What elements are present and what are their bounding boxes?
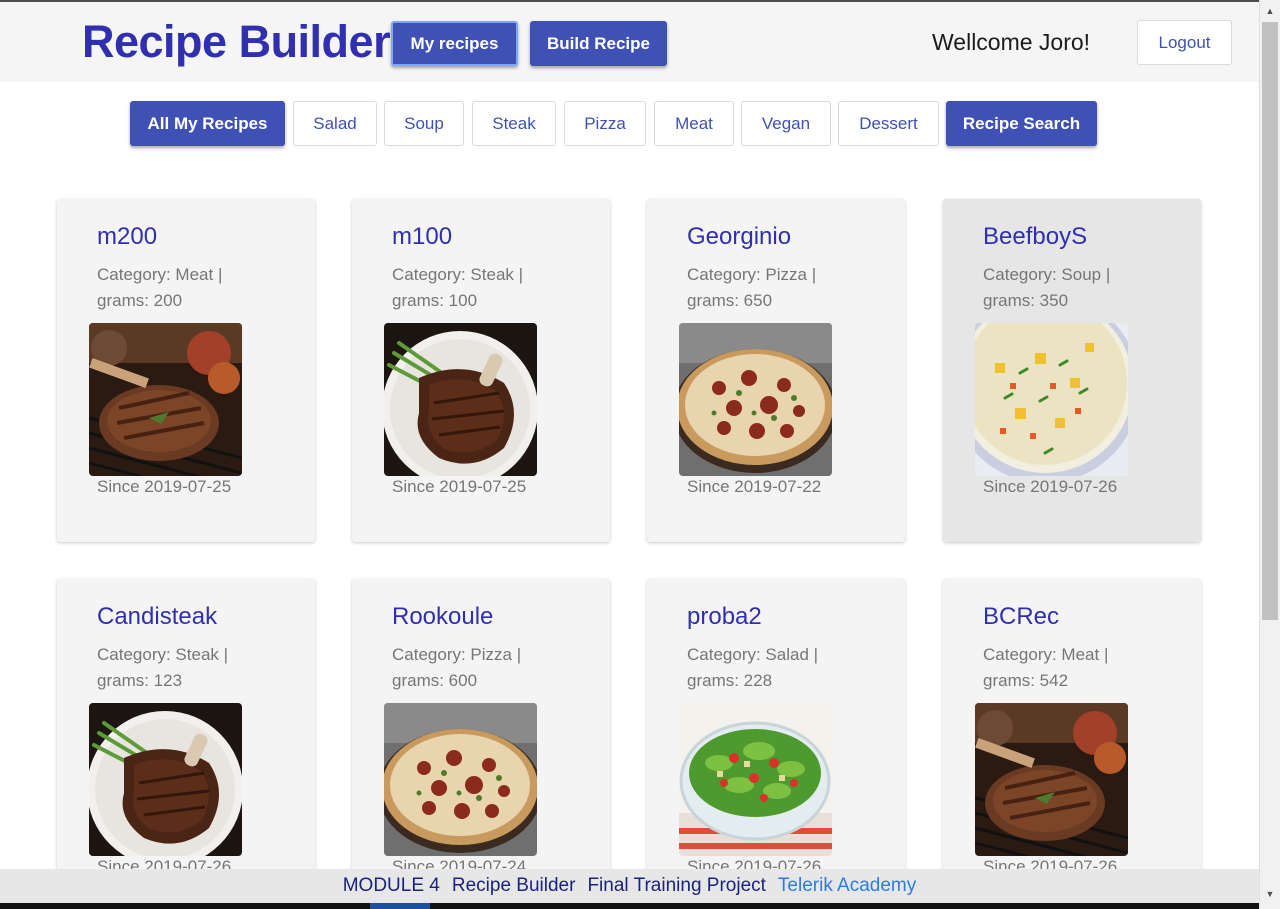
scroll-up-arrow-icon[interactable]: ▲ [1260,2,1280,20]
recipe-category: Category: Salad | [687,645,819,664]
footer-module: MODULE 4 [342,875,440,896]
recipe-title[interactable]: BCRec [983,603,1059,631]
recipe-meta: Category: Steak | grams: 100 [392,262,592,314]
filter-salad[interactable]: Salad [293,101,377,146]
footer-project: Final Training Project [587,875,766,896]
recipe-card[interactable]: Candisteak Category: Steak | grams: 123 [57,579,315,909]
filter-all-my-recipes[interactable]: All My Recipes [130,101,285,146]
page: Recipe Builder My recipes Build Recipe W… [0,0,1259,909]
recipe-card[interactable]: m200 Category: Meat | grams: 200 Since 2… [57,199,315,542]
plated-steak-image[interactable] [89,703,242,856]
recipe-category: Category: Pizza | [392,645,522,664]
recipe-category: Category: Meat | [983,645,1109,664]
build-recipe-button[interactable]: Build Recipe [530,21,667,66]
recipe-since-date: Since 2019-07-26 [983,477,1118,496]
recipe-grams: grams: 123 [97,671,183,690]
recipe-title[interactable]: m200 [97,223,157,251]
logout-button[interactable]: Logout [1137,20,1232,65]
recipe-search-button[interactable]: Recipe Search [946,101,1097,146]
salad-image[interactable] [679,703,832,856]
recipe-category: Category: Steak | [97,645,229,664]
recipe-card[interactable]: m100 Category: Steak | grams: 100 Since … [352,199,610,542]
footer-academy-link[interactable]: Telerik Academy [778,875,916,897]
recipe-card[interactable]: BCRec Category: Meat | grams: 542 Since … [943,579,1201,909]
filter-soup[interactable]: Soup [384,101,464,146]
recipe-title[interactable]: Georginio [687,223,791,251]
pizza-image[interactable] [384,703,537,856]
recipe-card[interactable]: Rookoule Category: Pizza | grams: 600 Si… [352,579,610,909]
recipe-title[interactable]: Rookoule [392,603,493,631]
app-title: Recipe Builder [82,16,391,67]
filter-pizza[interactable]: Pizza [564,101,646,146]
recipe-card[interactable]: proba2 Category: Salad | grams: 228 Sinc… [647,579,905,909]
recipe-title[interactable]: proba2 [687,603,762,631]
scrollbar-thumb[interactable] [1262,22,1278,620]
vertical-scrollbar[interactable]: ▲ ▼ [1259,0,1280,909]
recipe-meta: Category: Salad | grams: 228 [687,642,887,694]
filter-meat[interactable]: Meat [654,101,734,146]
recipe-grams: grams: 650 [687,291,773,310]
recipe-grams: grams: 228 [687,671,773,690]
recipe-category: Category: Pizza | [687,265,817,284]
recipe-grams: grams: 542 [983,671,1069,690]
grilled-steak-image[interactable] [89,323,242,476]
recipe-meta: Category: Meat | grams: 542 [983,642,1183,694]
recipe-since-date: Since 2019-07-25 [97,477,232,496]
recipe-grams: grams: 100 [392,291,478,310]
recipe-category: Category: Soup | [983,265,1111,284]
footer-app-name: Recipe Builder [451,875,576,896]
recipe-category: Category: Meat | [97,265,223,284]
taskbar-indicator [370,903,430,909]
recipe-meta: Category: Steak | grams: 123 [97,642,297,694]
recipe-grams: grams: 350 [983,291,1069,310]
recipe-meta: Category: Pizza | grams: 600 [392,642,592,694]
footer: MODULE 4 Recipe Builder Final Training P… [0,869,1259,903]
recipe-title[interactable]: Candisteak [97,603,217,631]
recipe-grams: grams: 200 [97,291,183,310]
grilled-steak-image[interactable] [975,703,1128,856]
recipe-meta: Category: Meat | grams: 200 [97,262,297,314]
my-recipes-button[interactable]: My recipes [391,21,518,66]
welcome-message: Wellcome Joro! [932,29,1091,55]
plated-steak-image[interactable] [384,323,537,476]
recipe-since-date: Since 2019-07-25 [392,477,527,496]
filter-steak[interactable]: Steak [472,101,556,146]
recipe-meta: Category: Soup | grams: 350 [983,262,1183,314]
recipe-title[interactable]: BeefboyS [983,223,1087,251]
filter-vegan[interactable]: Vegan [741,101,831,146]
recipe-title[interactable]: m100 [392,223,452,251]
filter-dessert[interactable]: Dessert [838,101,939,146]
taskbar-strip [0,903,1259,909]
scroll-down-arrow-icon[interactable]: ▼ [1260,885,1280,903]
soup-image[interactable] [975,323,1128,476]
recipe-card[interactable]: BeefboyS Category: Soup | grams: 350 Sin… [943,199,1201,542]
recipe-category: Category: Steak | [392,265,524,284]
pizza-image[interactable] [679,323,832,476]
recipe-since-date: Since 2019-07-22 [687,477,822,496]
recipe-meta: Category: Pizza | grams: 650 [687,262,887,314]
recipe-grams: grams: 600 [392,671,478,690]
recipe-card[interactable]: Georginio Category: Pizza | grams: 650 S… [647,199,905,542]
header: Recipe Builder My recipes Build Recipe W… [0,2,1259,82]
